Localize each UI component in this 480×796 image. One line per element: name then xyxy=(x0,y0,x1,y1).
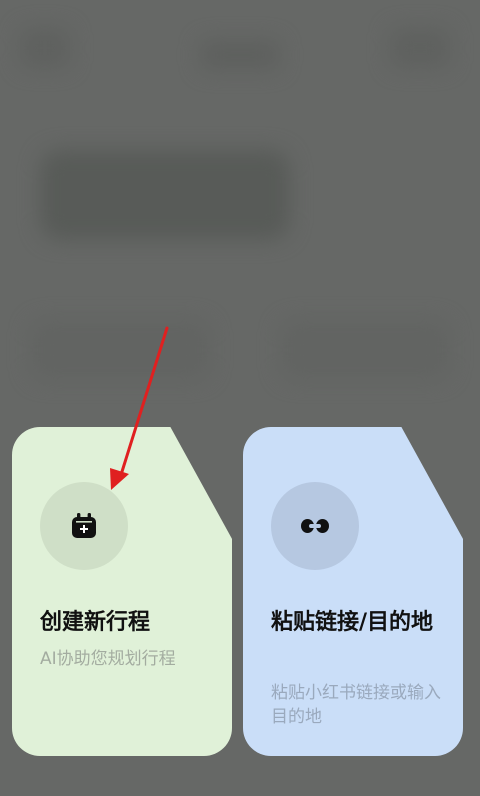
paste-link-subtitle: 粘贴小红书链接或输入目的地 xyxy=(271,683,441,727)
blurred-item-right xyxy=(280,320,450,380)
create-trip-subtitle: AI协助您规划行程 xyxy=(40,649,176,669)
link-icon xyxy=(301,519,329,533)
blurred-back-button xyxy=(20,28,70,68)
blurred-title xyxy=(200,40,280,70)
blurred-menu xyxy=(390,28,450,68)
blurred-item-left xyxy=(30,320,210,380)
paste-link-title: 粘贴链接/目的地 xyxy=(271,610,434,635)
calendar-plus-icon xyxy=(72,513,96,538)
create-trip-title: 创建新行程 xyxy=(40,610,151,635)
create-trip-icon-circle xyxy=(40,482,128,570)
paste-link-icon-circle xyxy=(271,482,359,570)
blurred-banner xyxy=(40,150,290,240)
